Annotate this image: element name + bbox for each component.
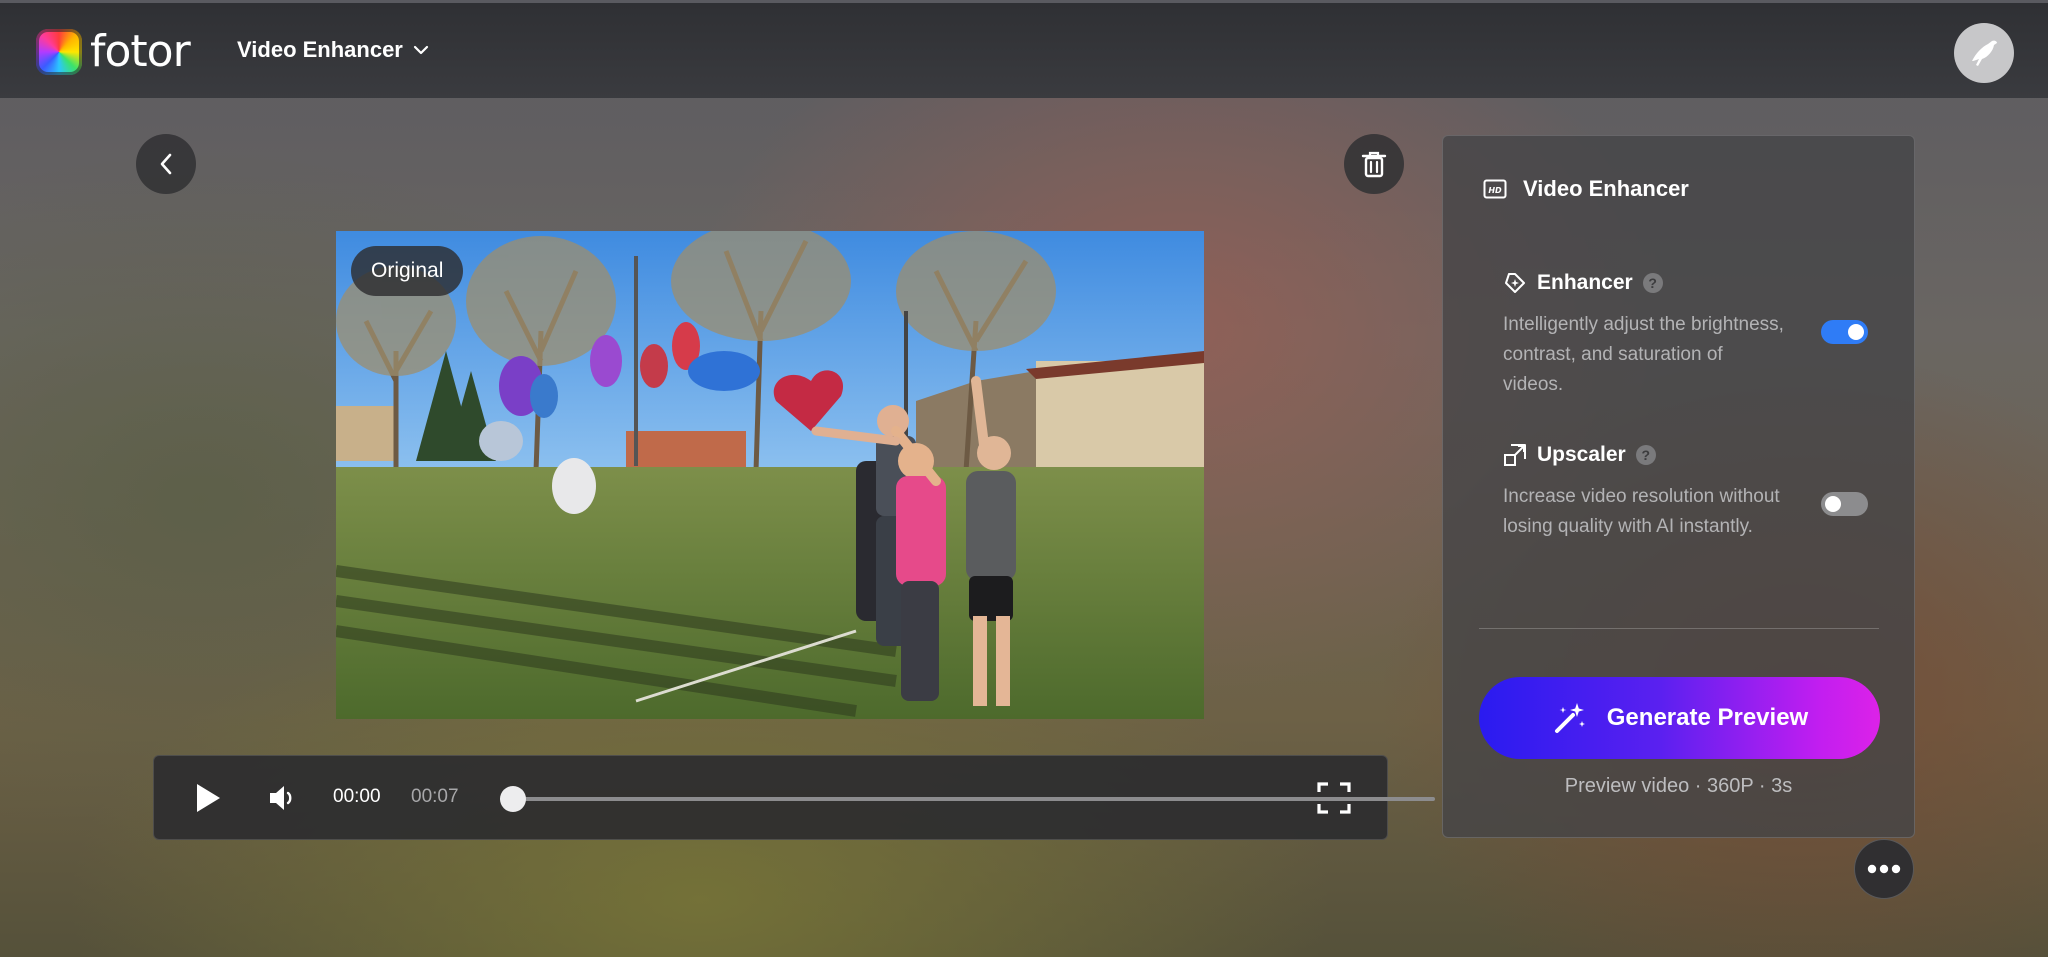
upscaler-option: Upscaler ? Increase video resolution wit… bbox=[1503, 440, 1903, 542]
svg-text:HD: HD bbox=[1488, 186, 1502, 195]
upscaler-help-icon[interactable]: ? bbox=[1635, 445, 1656, 465]
more-button[interactable] bbox=[1854, 839, 1914, 899]
toggle-knob bbox=[1848, 324, 1864, 340]
upscaler-description: Increase video resolution without losing… bbox=[1503, 486, 1780, 537]
enhancer-panel: HD Video Enhancer Enhancer ? Intelligent… bbox=[1442, 135, 1915, 838]
fotor-logo-icon bbox=[36, 29, 82, 75]
panel-title: Video Enhancer bbox=[1523, 176, 1689, 201]
chevron-down-icon bbox=[413, 45, 428, 55]
enhancer-title: Enhancer bbox=[1537, 271, 1633, 294]
delete-button[interactable] bbox=[1344, 134, 1404, 194]
product-menu-label: Video Enhancer bbox=[237, 37, 403, 62]
preview-info: Preview video · 360P · 3s bbox=[1564, 775, 1793, 797]
enhancer-description: Intelligently adjust the brightness, con… bbox=[1503, 314, 1784, 395]
generate-preview-label: Generate Preview bbox=[1606, 704, 1809, 731]
sparkle-badge-icon bbox=[1505, 273, 1525, 293]
panel-divider bbox=[1479, 628, 1879, 629]
upscale-icon bbox=[1504, 444, 1526, 466]
panel-header: HD Video Enhancer bbox=[1483, 176, 1689, 202]
fotor-logo[interactable]: fotor bbox=[36, 26, 191, 77]
chevron-left-icon bbox=[160, 153, 172, 175]
fullscreen-button[interactable] bbox=[1314, 780, 1354, 816]
play-button[interactable] bbox=[188, 780, 228, 816]
fullscreen-icon bbox=[1317, 782, 1351, 814]
player-controls: 00:00 00:07 bbox=[153, 755, 1435, 840]
enhancer-help-icon[interactable]: ? bbox=[1642, 273, 1663, 293]
avatar[interactable] bbox=[1954, 23, 2014, 83]
video-frame-image bbox=[336, 231, 1204, 719]
upscaler-toggle[interactable] bbox=[1821, 492, 1868, 516]
enhancer-toggle[interactable] bbox=[1821, 320, 1868, 344]
seek-bar[interactable] bbox=[500, 797, 1435, 801]
bird-avatar-icon bbox=[1972, 40, 1997, 66]
upscaler-title: Upscaler bbox=[1537, 443, 1626, 466]
duration: 00:07 bbox=[411, 786, 459, 807]
volume-icon bbox=[270, 786, 292, 810]
play-icon bbox=[197, 784, 220, 812]
original-badge: Original bbox=[351, 246, 464, 296]
back-button[interactable] bbox=[136, 134, 196, 194]
magic-wand-icon bbox=[1554, 703, 1585, 733]
generate-preview-button[interactable]: Generate Preview bbox=[1479, 677, 1880, 759]
current-time: 00:00 bbox=[333, 786, 381, 807]
more-dots-icon bbox=[1867, 864, 1901, 874]
brand-name: fotor bbox=[90, 26, 191, 77]
product-menu[interactable]: Video Enhancer bbox=[237, 37, 429, 63]
toggle-knob bbox=[1825, 496, 1841, 512]
volume-button[interactable] bbox=[263, 780, 303, 816]
video-preview[interactable] bbox=[336, 231, 1204, 719]
top-bar: fotor Video Enhancer bbox=[0, 0, 2048, 98]
seek-thumb[interactable] bbox=[500, 786, 526, 812]
trash-icon bbox=[1361, 151, 1387, 178]
hd-icon: HD bbox=[1483, 179, 1507, 199]
